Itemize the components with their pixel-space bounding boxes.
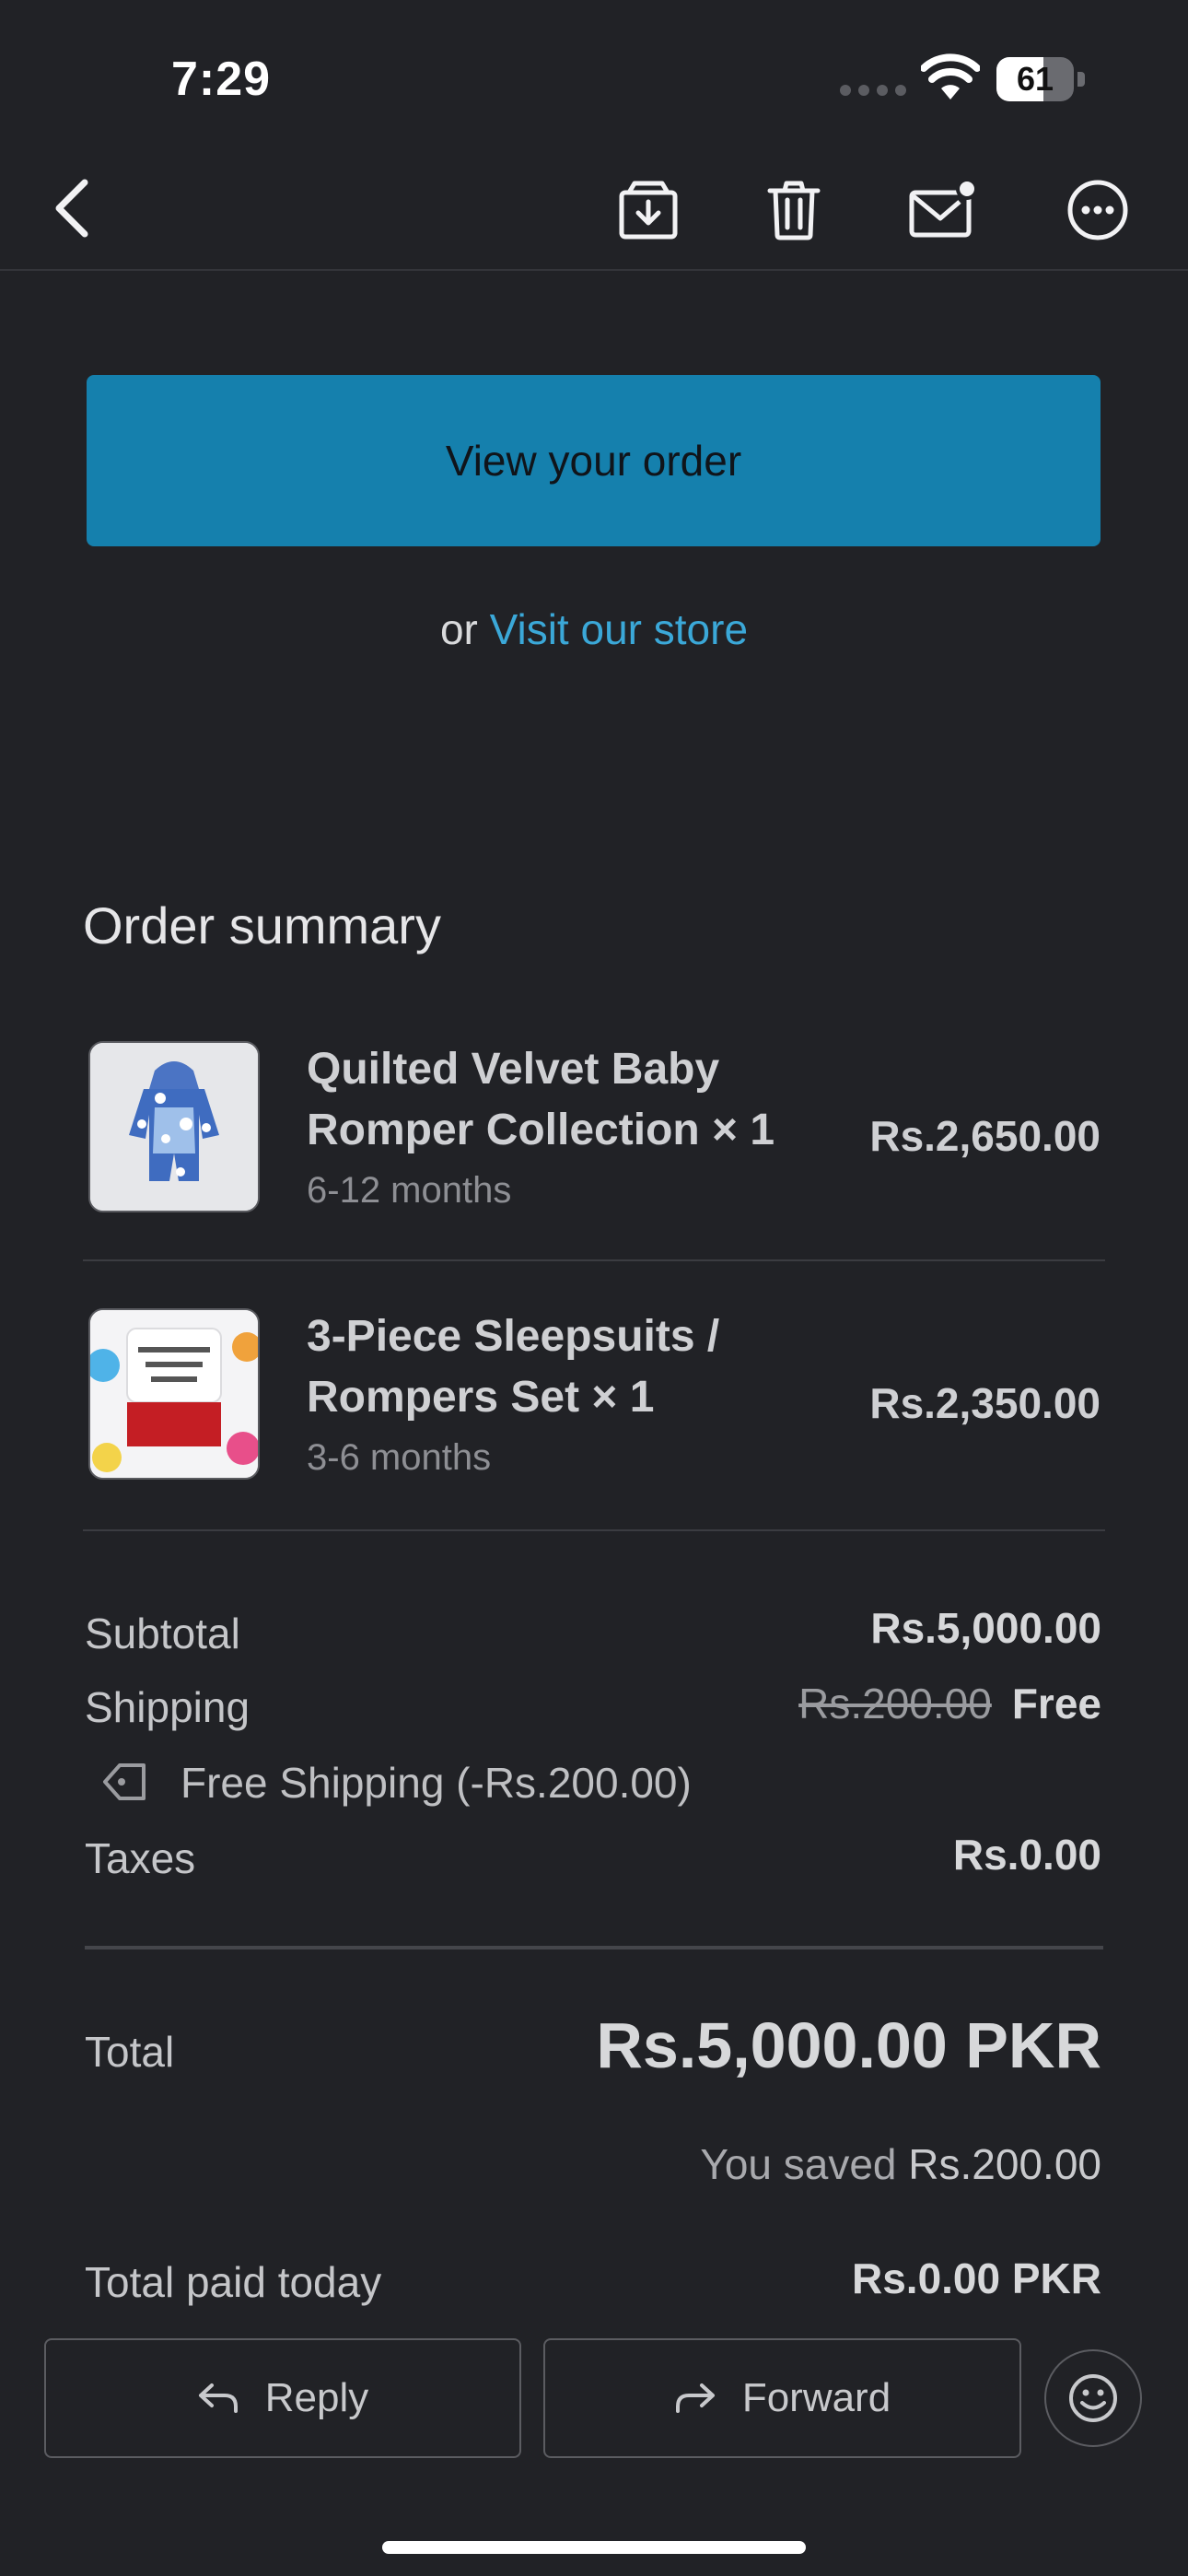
archive-button[interactable] (611, 173, 685, 247)
shipping-value: Free (1011, 1680, 1101, 1727)
smiley-icon (1069, 2374, 1117, 2422)
paid-today-value: Rs.0.00 PKR (851, 2254, 1101, 2302)
more-button[interactable] (1061, 173, 1135, 247)
forward-button[interactable]: Forward (543, 2338, 1021, 2458)
reaction-button[interactable] (1044, 2349, 1142, 2447)
battery-level: 61 (1016, 60, 1054, 98)
total-divider (85, 1946, 1103, 1950)
reply-icon (198, 2383, 238, 2413)
reply-button[interactable]: Reply (44, 2338, 521, 2458)
saved-prefix: You saved (700, 2140, 897, 2188)
view-order-button[interactable]: View your order (87, 375, 1101, 546)
chevron-left-icon (55, 179, 88, 238)
cellular-signal-icon (840, 85, 906, 98)
shipping-original-price: Rs.200.00 (798, 1680, 992, 1727)
wifi-icon (920, 53, 981, 101)
archive-icon (619, 181, 678, 240)
more-icon (1067, 180, 1128, 240)
status-time: 7:29 (171, 53, 272, 106)
mail-unread-icon (909, 180, 976, 238)
reply-label: Reply (264, 2375, 369, 2420)
product-image-romper (88, 1041, 260, 1212)
paid-today-label: Total paid today (85, 2258, 382, 2306)
product-image-sleepsuits (88, 1308, 260, 1480)
total-label: Total (85, 2028, 175, 2076)
item-price: Rs.2,650.00 (869, 1112, 1101, 1160)
taxes-value: Rs.0.00 (952, 1831, 1101, 1879)
saved-amount: Rs.200.00 (908, 2140, 1101, 2188)
taxes-label: Taxes (85, 1834, 196, 1882)
delete-button[interactable] (757, 173, 831, 247)
forward-label: Forward (741, 2375, 891, 2420)
order-summary-title: Order summary (83, 896, 441, 954)
item-price: Rs.2,350.00 (869, 1379, 1101, 1427)
forward-icon (675, 2383, 715, 2413)
shipping-label: Shipping (85, 1683, 250, 1731)
toolbar-divider (0, 269, 1188, 271)
subtotal-label: Subtotal (85, 1610, 240, 1657)
battery-icon: 61 (996, 57, 1085, 101)
tag-icon (99, 1756, 151, 1808)
visit-store-line: or Visit our store (0, 604, 1188, 654)
total-value: Rs.5,000.00 PKR (596, 2009, 1101, 2081)
shipping-value-line: Rs.200.00 Free (645, 1679, 1101, 1728)
item-divider (83, 1259, 1105, 1261)
visit-store-link[interactable]: Visit our store (490, 605, 748, 653)
or-text: or (439, 605, 478, 653)
mark-unread-button[interactable] (904, 173, 980, 247)
trash-icon (767, 181, 821, 240)
discount-text: Free Shipping (-Rs.200.00) (181, 1759, 692, 1807)
item-variant: 3-6 months (307, 1437, 492, 1478)
home-indicator (382, 2541, 806, 2554)
items-divider (83, 1529, 1105, 1531)
saved-line: You saved Rs.200.00 (460, 2139, 1101, 2189)
subtotal-value: Rs.5,000.00 (870, 1604, 1101, 1652)
back-button[interactable] (42, 171, 101, 245)
item-variant: 6-12 months (307, 1170, 512, 1211)
